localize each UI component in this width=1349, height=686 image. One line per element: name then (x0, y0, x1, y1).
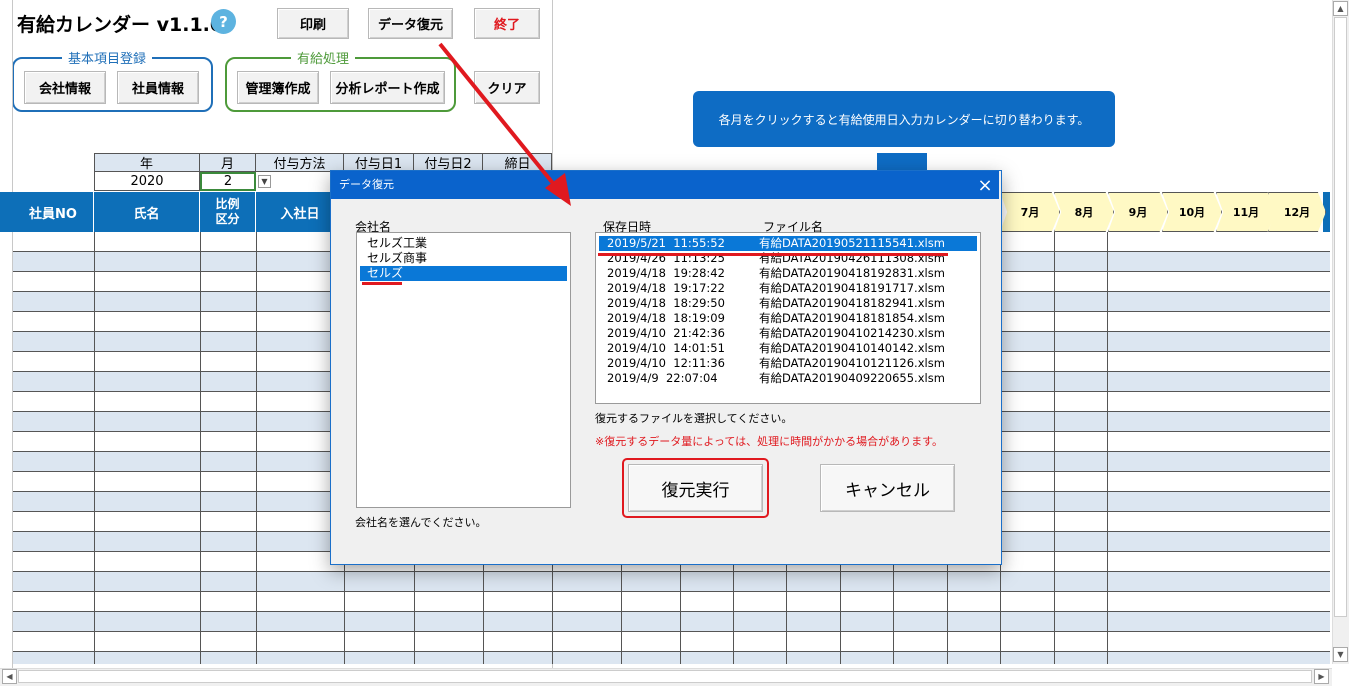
ledger-button[interactable]: 管理簿作成 (237, 71, 319, 104)
scroll-down-icon[interactable]: ▼ (1333, 647, 1348, 662)
file-date: 2019/4/18 19:28:42 (607, 266, 725, 280)
basic-group-label: 基本項目登録 (62, 48, 153, 67)
file-date: 2019/4/18 18:19:09 (607, 311, 725, 325)
file-name: 有給DATA20190409220655.xlsm (759, 371, 945, 385)
file-name: 有給DATA20190418192831.xlsm (759, 266, 945, 280)
file-row-selected[interactable]: 2019/5/21 11:55:52 有給DATA20190521115541.x… (599, 236, 977, 251)
file-name: 有給DATA20190521115541.xlsm (759, 236, 945, 250)
company-info-button[interactable]: 会社情報 (24, 71, 106, 104)
company-listbox[interactable]: セルズ工業 セルズ商事 セルズ (356, 232, 571, 508)
clear-button[interactable]: クリア (474, 71, 540, 104)
scroll-up-icon[interactable]: ▲ (1333, 1, 1348, 16)
dialog-title: データ復元 (331, 171, 999, 199)
name-header: 氏名 (94, 192, 200, 232)
file-name: 有給DATA20190410214230.xlsm (759, 326, 945, 340)
file-name: 有給DATA20190418182941.xlsm (759, 296, 945, 310)
file-row[interactable]: 2019/4/10 12:11:36 有給DATA20190410121126.x… (599, 356, 977, 371)
month-12-tab[interactable]: 12月 (1268, 192, 1326, 232)
company-item-2-selected[interactable]: セルズ (360, 266, 567, 281)
file-name: 有給DATA20190418191717.xlsm (759, 281, 945, 295)
file-row[interactable]: 2019/4/18 18:29:50 有給DATA20190418182941.x… (599, 296, 977, 311)
month-7-tab[interactable]: 7月 (1000, 192, 1060, 232)
company-item-0[interactable]: セルズ工業 (360, 236, 567, 251)
banner-tab (877, 153, 927, 171)
file-date: 2019/5/21 11:55:52 (607, 236, 725, 250)
file-date: 2019/4/18 19:17:22 (607, 281, 725, 295)
file-annotation-underline (598, 253, 948, 256)
file-hint: 復元するファイルを選択してください。 (595, 412, 793, 425)
file-row[interactable]: 2019/4/10 21:42:36 有給DATA20190410214230.x… (599, 326, 977, 341)
leave-group-label: 有給処理 (291, 48, 356, 67)
year-value-cell[interactable]: 2020 (94, 172, 200, 191)
file-name: 有給DATA20190418181854.xlsm (759, 311, 945, 325)
scroll-thumb[interactable] (1334, 17, 1347, 617)
print-button[interactable]: 印刷 (277, 8, 349, 39)
restore-dialog: データ復元 × 会社名 セルズ工業 セルズ商事 セルズ 会社名を選んでください。… (330, 170, 1002, 565)
file-date: 2019/4/18 18:29:50 (607, 296, 725, 310)
file-row[interactable]: 2019/4/9 22:07:04 有給DATA20190409220655.xl… (599, 371, 977, 386)
h-scroll-thumb[interactable] (18, 670, 1312, 683)
file-row[interactable]: 2019/4/18 19:17:22 有給DATA20190418191717.x… (599, 281, 977, 296)
company-item-1[interactable]: セルズ商事 (360, 251, 567, 266)
file-date: 2019/4/9 22:07:04 (607, 371, 718, 385)
employee-info-button[interactable]: 社員情報 (117, 71, 199, 104)
cancel-button[interactable]: キャンセル (820, 464, 955, 512)
file-row[interactable]: 2019/4/10 14:01:51 有給DATA20190410140142.x… (599, 341, 977, 356)
settings-year-header: 年 (94, 153, 200, 172)
execute-restore-button[interactable]: 復元実行 (628, 464, 763, 512)
scroll-right-icon[interactable]: ▶ (1314, 669, 1329, 684)
company-annotation-underline (362, 282, 402, 285)
file-date: 2019/4/10 14:01:51 (607, 341, 725, 355)
file-date: 2019/4/10 12:11:36 (607, 356, 725, 370)
month-10-tab[interactable]: 10月 (1162, 192, 1222, 232)
restore-warning: ※復元するデータ量によっては、処理に時間がかかる場合があります。 (595, 435, 944, 448)
company-hint: 会社名を選んでください。 (355, 516, 487, 529)
file-date: 2019/4/10 21:42:36 (607, 326, 725, 340)
exit-button[interactable]: 終了 (474, 8, 540, 39)
month-9-tab[interactable]: 9月 (1108, 192, 1168, 232)
file-name: 有給DATA20190410140142.xlsm (759, 341, 945, 355)
dropdown-arrow-icon[interactable]: ▼ (258, 175, 271, 188)
restore-button[interactable]: データ復元 (368, 8, 453, 39)
help-icon[interactable]: ? (211, 9, 236, 34)
file-row[interactable]: 2019/4/18 18:19:09 有給DATA20190418181854.x… (599, 311, 977, 326)
month-8-tab[interactable]: 8月 (1054, 192, 1114, 232)
settings-month-header: 月 (200, 153, 256, 172)
app-title: 有給カレンダー v1.1.0 (17, 14, 224, 36)
month-11-tab[interactable]: 11月 (1216, 192, 1276, 232)
file-name: 有給DATA20190410121126.xlsm (759, 356, 945, 370)
ratio-header: 比例 区分 (200, 192, 256, 232)
close-icon[interactable]: × (971, 171, 999, 199)
scroll-left-icon[interactable]: ◀ (2, 669, 17, 684)
employee-no-header: 社員NO (13, 192, 94, 232)
file-row[interactable]: 2019/4/18 19:28:42 有給DATA20190418192831.x… (599, 266, 977, 281)
file-listbox[interactable]: 2019/5/21 11:55:52 有給DATA20190521115541.x… (595, 232, 981, 404)
report-button[interactable]: 分析レポート作成 (330, 71, 445, 104)
month-hint-banner: 各月をクリックすると有給使用日入力カレンダーに切り替わります。 (693, 91, 1115, 147)
month-value-cell[interactable]: 2 (200, 172, 256, 191)
